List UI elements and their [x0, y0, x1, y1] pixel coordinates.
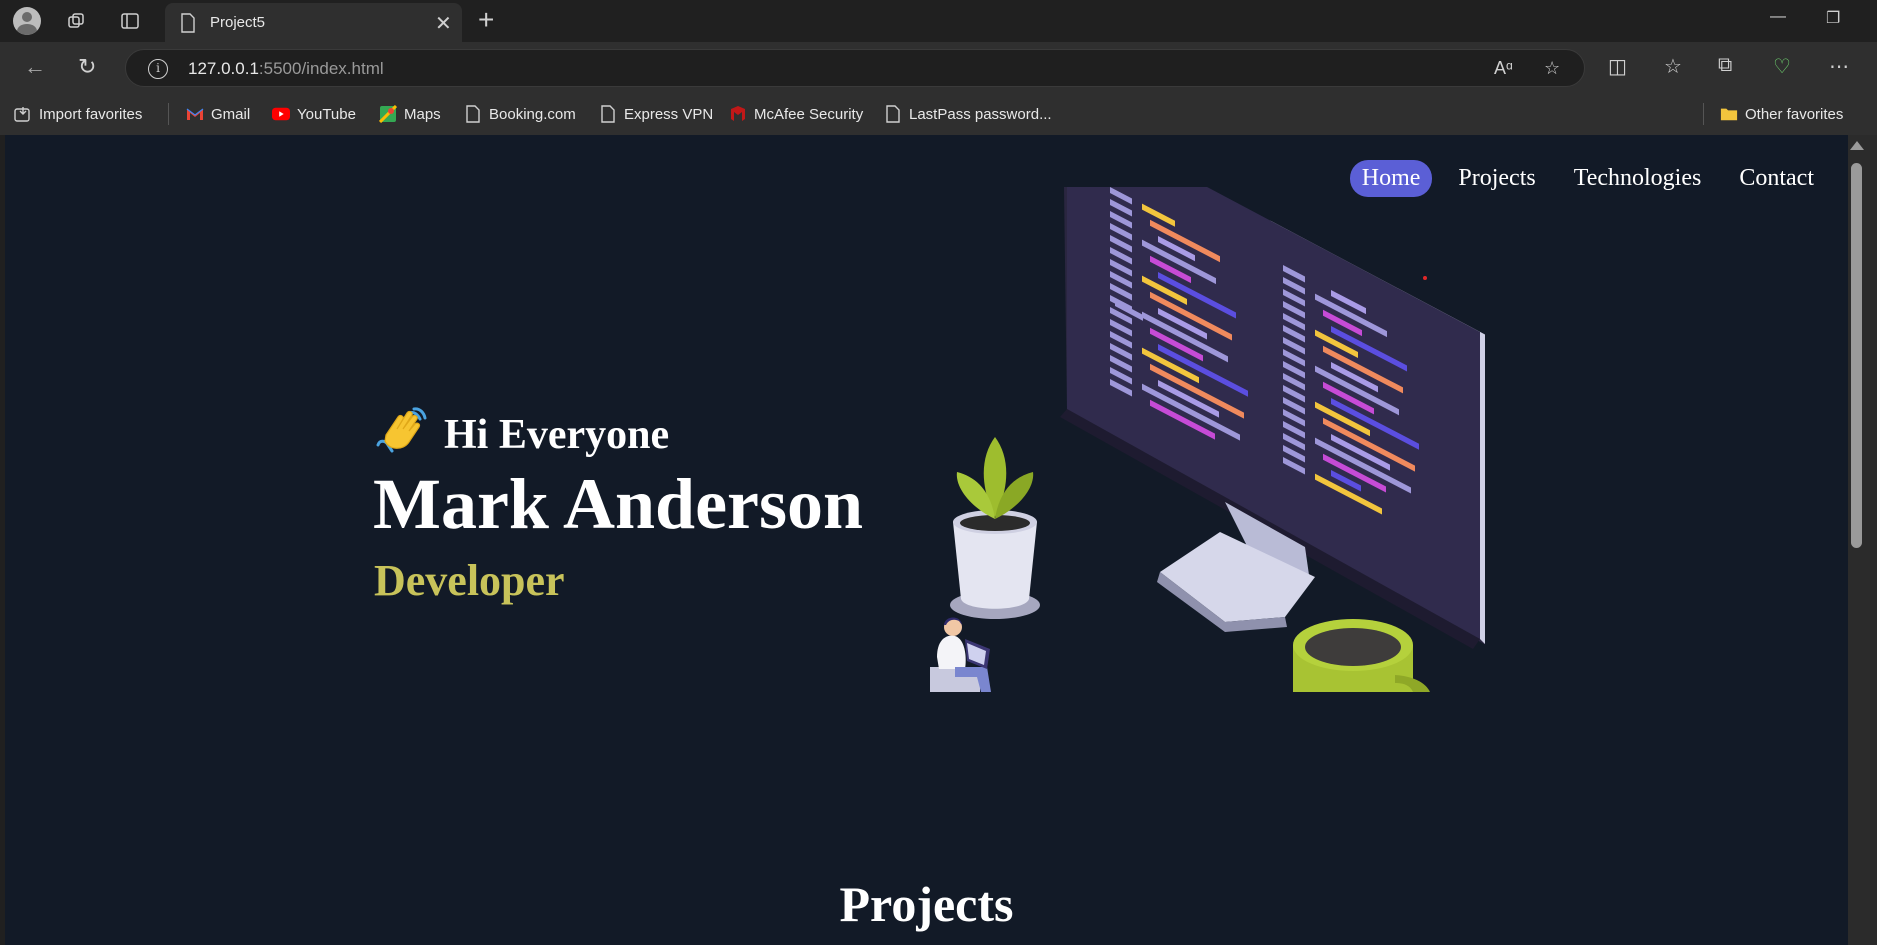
- developer-workspace-illustration: [930, 187, 1485, 692]
- refresh-button[interactable]: ↻: [78, 54, 96, 80]
- waving-hand-icon: [376, 407, 427, 453]
- favorite-item[interactable]: LastPass password...: [884, 103, 1052, 125]
- coffee-mug-icon: [1293, 619, 1430, 692]
- tab-title: Project5: [210, 14, 266, 31]
- minimize-icon[interactable]: —: [1770, 8, 1786, 26]
- url-host: 127.0.0.1: [188, 59, 259, 78]
- profile-avatar-icon[interactable]: [13, 7, 41, 35]
- url-text: 127.0.0.1:5500/index.html: [188, 59, 384, 79]
- red-dot-decoration: [1423, 276, 1427, 280]
- split-screen-icon[interactable]: ◫: [1608, 54, 1627, 79]
- favorite-label: Gmail: [211, 105, 251, 123]
- workspaces-icon[interactable]: [64, 8, 90, 34]
- browser-tab-strip: Project5 ✕ + — ❐: [0, 0, 1877, 42]
- mcafee-icon: [729, 105, 747, 123]
- tab-actions-icon[interactable]: [117, 8, 143, 34]
- favorite-label: YouTube: [297, 105, 356, 123]
- more-menu-icon[interactable]: ⋯: [1829, 54, 1849, 79]
- page-viewport: Home Projects Technologies Contact Hi Ev…: [5, 135, 1848, 945]
- close-tab-icon[interactable]: ✕: [435, 11, 452, 36]
- person-with-laptop-icon: [930, 617, 991, 692]
- address-toolbar: ← ↻ i 127.0.0.1:5500/index.html A͏ᵅ ☆ ◫ …: [0, 42, 1877, 93]
- favorite-label: LastPass password...: [909, 105, 1052, 123]
- page-icon: [181, 13, 195, 33]
- favorite-item[interactable]: Gmail: [186, 103, 250, 125]
- favorite-item[interactable]: Import favorites: [14, 103, 142, 125]
- site-info-icon[interactable]: i: [148, 59, 168, 79]
- read-aloud-icon[interactable]: A͏ᵅ: [1494, 58, 1513, 79]
- favorite-label: Booking.com: [489, 105, 576, 123]
- nav-technologies[interactable]: Technologies: [1562, 160, 1714, 197]
- back-button[interactable]: ←: [24, 54, 46, 80]
- favorite-label: Import favorites: [39, 105, 143, 123]
- favorite-item[interactable]: McAfee Security: [729, 103, 863, 125]
- page-icon: [464, 105, 482, 123]
- favorites-icon[interactable]: ☆: [1664, 54, 1682, 79]
- new-tab-button[interactable]: +: [478, 4, 494, 36]
- collections-icon[interactable]: ⧉: [1718, 54, 1732, 77]
- favorite-item[interactable]: Booking.com: [464, 103, 576, 125]
- favorite-item[interactable]: YouTube: [272, 103, 356, 125]
- favorite-label: McAfee Security: [754, 105, 864, 123]
- page-icon: [599, 105, 617, 123]
- maps-icon: [379, 105, 397, 123]
- favorite-item[interactable]: Express VPN: [599, 103, 713, 125]
- favorites-bar: Import favorites Gmail YouTube Maps Book…: [0, 93, 1877, 135]
- folder-icon: [1720, 105, 1738, 123]
- hero-name: Mark Anderson: [373, 464, 864, 544]
- gmail-icon: [186, 105, 204, 123]
- favorite-label: Express VPN: [624, 105, 714, 123]
- browser-essentials-icon[interactable]: ♡: [1773, 54, 1791, 79]
- address-bar[interactable]: i 127.0.0.1:5500/index.html A͏ᵅ ☆: [125, 49, 1585, 87]
- other-favorites[interactable]: Other favorites: [1720, 103, 1843, 125]
- favorite-star-icon[interactable]: ☆: [1544, 58, 1560, 79]
- youtube-icon: [272, 105, 290, 123]
- divider: [1703, 103, 1704, 125]
- scroll-up-arrow-icon[interactable]: [1850, 141, 1864, 150]
- url-path: :5500/index.html: [258, 59, 384, 78]
- page-icon: [884, 105, 902, 123]
- favorite-item[interactable]: Maps: [379, 103, 441, 125]
- other-favorites-label: Other favorites: [1745, 105, 1844, 123]
- hero-role: Developer: [374, 556, 565, 605]
- divider: [168, 103, 169, 125]
- favorite-label: Maps: [404, 105, 441, 123]
- hero-greeting: Hi Everyone: [372, 405, 669, 465]
- import-icon: [14, 105, 32, 123]
- nav-contact[interactable]: Contact: [1727, 160, 1826, 197]
- projects-heading: Projects: [839, 876, 1014, 932]
- greeting-text: Hi Everyone: [444, 412, 670, 458]
- plant-icon: [950, 437, 1040, 619]
- restore-icon[interactable]: ❐: [1826, 8, 1840, 28]
- tab-active[interactable]: Project5 ✕: [165, 3, 462, 42]
- scrollbar-thumb[interactable]: [1851, 163, 1862, 548]
